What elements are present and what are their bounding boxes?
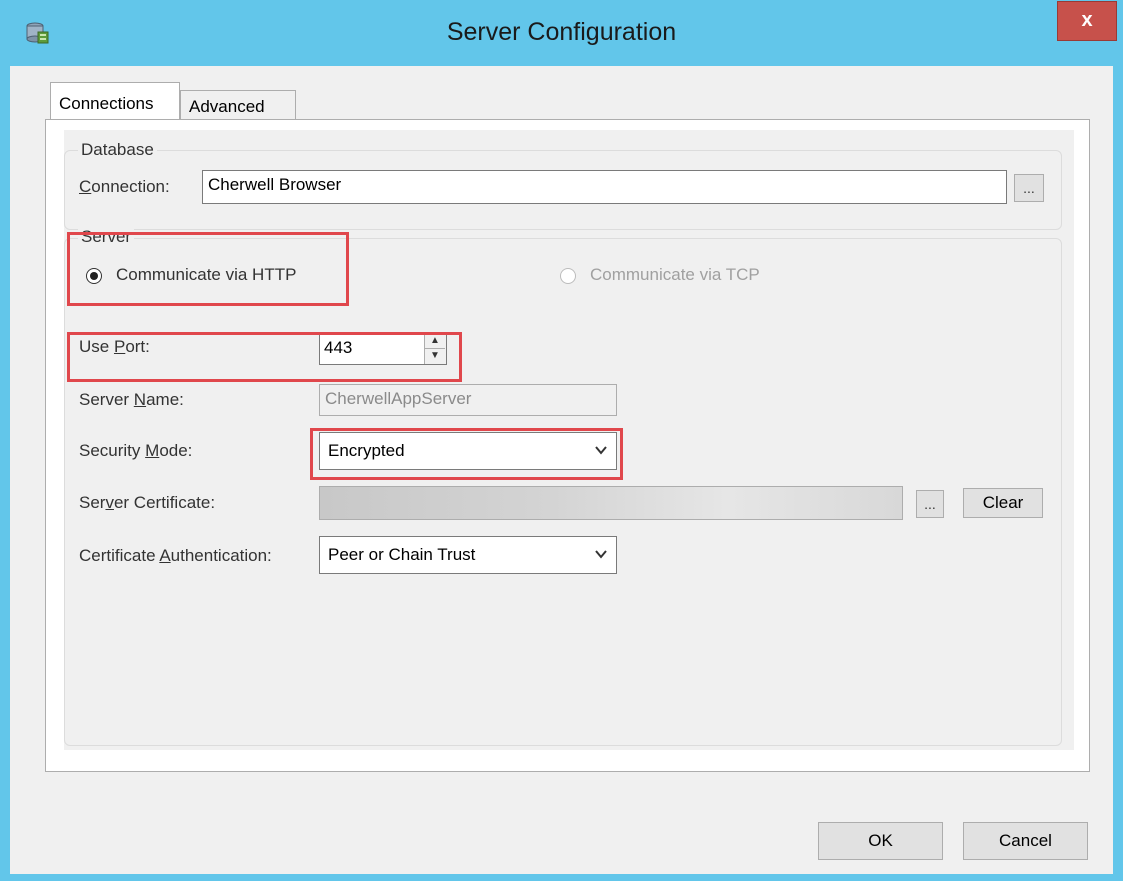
server-name-field[interactable]: CherwellAppServer: [319, 384, 617, 416]
port-spin-buttons: ▲ ▼: [424, 334, 446, 364]
http-radio[interactable]: [86, 268, 102, 284]
chevron-down-icon: [595, 550, 607, 559]
security-mode-value: Encrypted: [328, 441, 405, 460]
connections-panel-body: Database Connection: Cherwell Browser ..…: [64, 130, 1074, 750]
use-port-label-b: ort:: [125, 337, 150, 356]
database-group-label: Database: [78, 140, 157, 160]
server-configuration-window: Server Configuration x Connections Advan…: [0, 0, 1123, 881]
port-spin-down-icon[interactable]: ▼: [425, 349, 445, 364]
cancel-button[interactable]: Cancel: [963, 822, 1088, 860]
certificate-authentication-label-mnemonic: A: [159, 546, 171, 565]
server-certificate-label: Server Certificate:: [79, 493, 215, 513]
certificate-browse-button[interactable]: ...: [916, 490, 944, 518]
server-certificate-label-b: er Certificate:: [113, 493, 216, 512]
use-port-label-mnemonic: P: [113, 337, 126, 356]
security-mode-label: Security Mode:: [79, 441, 192, 461]
http-radio-label[interactable]: Communicate via HTTP: [116, 265, 296, 285]
connection-label: Connection:: [79, 177, 170, 197]
certificate-authentication-label: Certificate Authentication:: [79, 546, 272, 566]
dialog-client-area: Connections Advanced Database Connection…: [10, 66, 1113, 874]
use-port-label-a: Use: [79, 337, 114, 356]
server-certificate-label-mnemonic: v: [105, 493, 114, 512]
tcp-radio-label[interactable]: Communicate via TCP: [590, 265, 760, 285]
security-mode-label-mnemonic: M: [145, 441, 160, 460]
tcp-radio[interactable]: [560, 268, 576, 284]
server-group-label: Server: [78, 227, 135, 247]
use-port-label: Use Port:: [79, 337, 150, 357]
connection-label-mnemonic: C: [79, 177, 92, 196]
security-mode-label-b: ode:: [159, 441, 193, 460]
server-name-label-a: Server: [79, 390, 134, 409]
server-name-label-b: ame:: [146, 390, 184, 409]
chevron-down-icon: [595, 446, 607, 455]
port-spinner[interactable]: 443 ▲ ▼: [319, 333, 447, 365]
security-mode-select[interactable]: Encrypted: [319, 432, 617, 470]
certificate-authentication-label-b: uthentication:: [170, 546, 272, 565]
certificate-authentication-select[interactable]: Peer or Chain Trust: [319, 536, 617, 574]
server-certificate-label-a: Ser: [79, 493, 106, 512]
close-button[interactable]: x: [1057, 1, 1117, 41]
tab-advanced[interactable]: Advanced: [180, 90, 296, 119]
certificate-authentication-label-a: Certificate: [79, 546, 160, 565]
connection-browse-button[interactable]: ...: [1014, 174, 1044, 202]
connections-tab-panel: Database Connection: Cherwell Browser ..…: [45, 119, 1090, 772]
certificate-clear-button[interactable]: Clear: [963, 488, 1043, 518]
server-name-label-mnemonic: N: [133, 390, 147, 409]
window-title: Server Configuration: [446, 18, 677, 46]
connection-label-text: onnection:: [91, 177, 170, 196]
ok-button[interactable]: OK: [818, 822, 943, 860]
tab-connections[interactable]: Connections: [50, 82, 180, 119]
server-name-label: Server Name:: [79, 390, 184, 410]
port-value[interactable]: 443: [324, 338, 352, 358]
connection-field[interactable]: Cherwell Browser: [202, 170, 1007, 204]
security-mode-label-a: Security: [79, 441, 146, 460]
title-bar[interactable]: Server Configuration x: [0, 0, 1123, 66]
server-certificate-field: [319, 486, 903, 520]
port-spin-up-icon[interactable]: ▲: [425, 334, 445, 349]
certificate-authentication-value: Peer or Chain Trust: [328, 545, 476, 564]
